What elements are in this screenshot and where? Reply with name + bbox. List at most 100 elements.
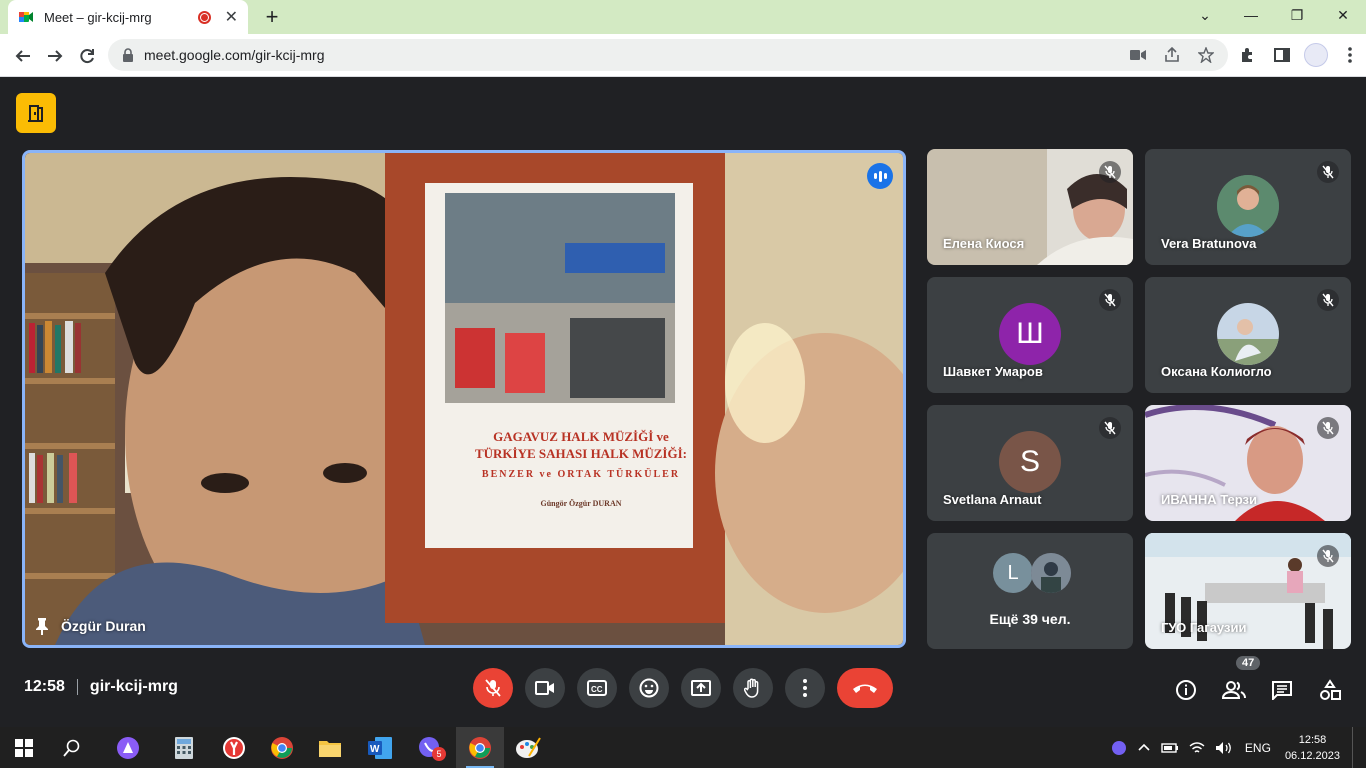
url-text: meet.google.com/gir-kcij-mrg [144,47,325,63]
camera-in-use-icon[interactable] [1128,45,1148,65]
participant-avatar: S [999,431,1061,493]
taskbar-alice[interactable] [104,727,152,768]
more-options-button[interactable] [785,668,825,708]
taskbar-yandex-browser[interactable] [210,727,258,768]
taskbar-file-explorer[interactable] [306,727,354,768]
system-clock[interactable]: 12:58 06.12.2023 [1285,732,1340,764]
wifi-icon[interactable] [1189,740,1205,756]
taskbar-viber[interactable]: 5 [406,727,454,768]
more-vert-icon [803,679,807,697]
alice-assistant-icon [117,736,139,759]
people-button[interactable] [1222,678,1246,702]
taskbar-chrome[interactable] [258,727,306,768]
back-button[interactable] [10,43,36,69]
profile-avatar[interactable] [1304,43,1328,67]
taskbar-chrome-active[interactable] [456,727,504,768]
chrome-icon [469,736,491,759]
mic-off-icon [1317,417,1339,439]
browser-tab-meet[interactable]: Meet – gir-kcij-mrg ✕ [8,0,248,34]
chat-button[interactable] [1270,678,1294,702]
browser-tabstrip: Meet – gir-kcij-mrg ✕ + ⌄ — ❐ ✕ [0,0,1366,34]
participant-name: Svetlana Arnaut [943,492,1042,507]
participant-tile[interactable]: S Svetlana Arnaut [927,405,1133,521]
tab-search-button[interactable]: ⌄ [1182,0,1228,30]
search-button[interactable] [48,727,96,768]
videocam-icon [535,681,554,695]
meeting-controls-bar: 12:58 gir-kcij-mrg CC 47 [0,650,1366,727]
calculator-icon [175,736,193,759]
input-language[interactable]: ENG [1245,741,1271,755]
mic-off-icon [1099,417,1121,439]
recording-icon [197,10,211,24]
taskbar-word[interactable]: W [356,727,404,768]
door-icon[interactable] [16,93,56,133]
participant-name: Шавкет Умаров [943,364,1043,379]
participant-tile[interactable]: Оксана Колиогло [1145,277,1351,393]
meeting-code: gir-kcij-mrg [89,678,178,695]
yandex-browser-icon [223,736,245,759]
participant-tile[interactable]: Елена Киося [927,149,1133,265]
participant-name: Оксана Колиогло [1161,364,1272,379]
restore-button[interactable]: ❐ [1274,0,1320,30]
meet-page: GAGAVUZ HALK MÜZİĞİ ve TÜRKİYE SAHASI HA… [0,77,1366,727]
share-icon[interactable] [1162,45,1182,65]
mic-off-icon [1317,545,1339,567]
svg-text:W: W [370,744,380,755]
chevron-up-icon[interactable] [1137,740,1151,756]
activities-button[interactable] [1318,678,1342,702]
close-window-button[interactable]: ✕ [1320,0,1366,30]
mic-off-icon [1099,289,1121,311]
forward-button[interactable] [42,43,68,69]
main-video-tile[interactable]: GAGAVUZ HALK MÜZİĞİ ve TÜRKİYE SAHASI HA… [22,150,906,648]
participant-avatar-photo [1031,553,1071,593]
book-title-line1: GAGAVUZ HALK MÜZİĞİ ve [493,429,669,444]
info-icon [1176,680,1196,700]
viber-tray-icon[interactable] [1111,740,1127,756]
book-title-line2: TÜRKİYE SAHASI HALK MÜZİĞİ: [474,446,687,461]
participant-avatar: Ш [999,303,1061,365]
show-desktop-button[interactable] [1352,727,1366,768]
participant-tile[interactable]: ГУО Гагаузии [1145,533,1351,649]
participant-tile[interactable]: Ш Шавкет Умаров [927,277,1133,393]
closed-captions-icon: CC [587,680,607,696]
minimize-button[interactable]: — [1228,0,1274,30]
mic-off-icon [1099,161,1121,183]
leave-call-button[interactable] [837,668,893,708]
activities-icon [1320,679,1341,700]
reload-button[interactable] [74,43,100,69]
more-participants-label: Ещё 39 чел. [989,611,1071,627]
start-button[interactable] [0,727,48,768]
present-screen-button[interactable] [681,668,721,708]
volume-icon[interactable] [1215,740,1233,756]
tab-close-icon[interactable]: ✕ [225,7,238,27]
clock-date: 06.12.2023 [1284,749,1340,762]
address-bar[interactable]: meet.google.com/gir-kcij-mrg [108,39,1228,71]
participant-tile[interactable]: ИВАННА Терзи [1145,405,1351,521]
taskbar-calculator[interactable] [160,727,208,768]
participant-tile[interactable]: Vera Bratunova [1145,149,1351,265]
reactions-button[interactable] [629,668,669,708]
speaking-indicator-icon [867,163,893,189]
participant-name: ИВАННА Терзи [1161,492,1257,507]
mic-off-icon [485,679,501,697]
extensions-icon[interactable] [1236,43,1260,67]
participant-count-badge: 47 [1236,656,1261,670]
browser-menu-icon[interactable] [1338,43,1362,67]
new-tab-button[interactable]: + [260,4,284,30]
more-participants-tile[interactable]: L Ещё 39 чел. [927,533,1133,649]
viber-unread-badge: 5 [432,747,446,761]
mic-toggle-button[interactable] [473,668,513,708]
side-panel-icon[interactable] [1270,43,1294,67]
raise-hand-button[interactable] [733,668,773,708]
bookmark-star-icon[interactable] [1196,45,1216,65]
battery-icon[interactable] [1161,740,1179,756]
clock-time: 12:58 [1298,733,1327,746]
call-end-icon [853,684,877,693]
paint-icon [516,736,541,758]
taskbar-paint[interactable] [504,727,552,768]
captions-button[interactable]: CC [577,668,617,708]
meeting-details-button[interactable] [1174,678,1198,702]
camera-toggle-button[interactable] [525,668,565,708]
pin-icon[interactable] [35,617,49,635]
system-tray: ENG 12:58 06.12.2023 [1111,727,1366,768]
